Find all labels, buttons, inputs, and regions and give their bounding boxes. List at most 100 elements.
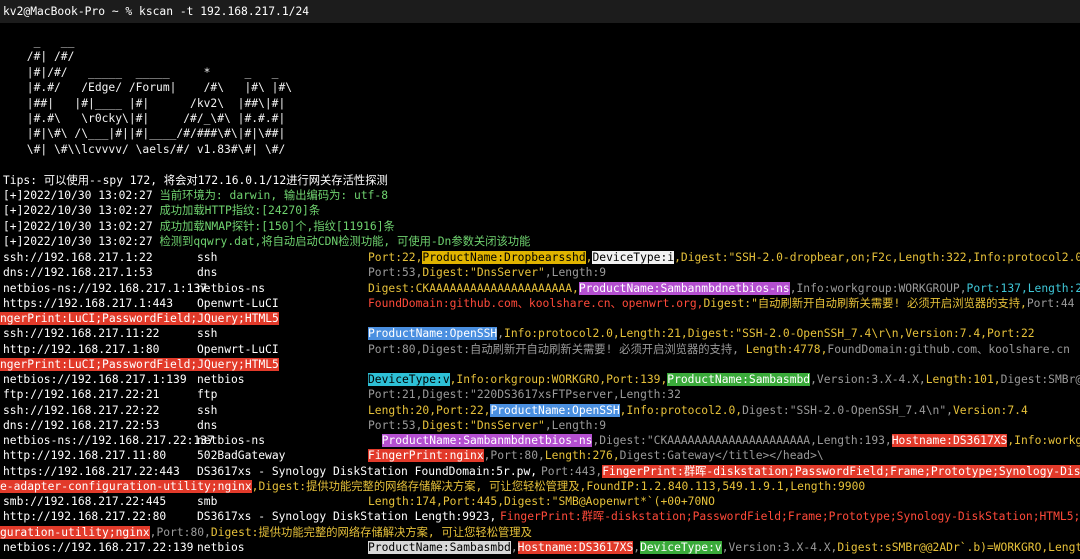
- tips-line: Tips: 可以使用--spy 172, 将会对172.16.0.1/12进行网…: [3, 174, 388, 187]
- result-row: e-adapter-configuration-utility;nginx,Di…: [0, 479, 1080, 494]
- result-url: ftp://192.168.217.22:21: [3, 388, 160, 402]
- result-field: FingerPrint:群晖-diskstation;PasswordField…: [602, 464, 1080, 478]
- result-field: Length:101,: [925, 373, 1001, 386]
- result-service: netbios-ns: [197, 434, 266, 447]
- result-service: ssh: [197, 327, 218, 341]
- result-field: Port:22,: [436, 403, 491, 417]
- result-detail: Port:443,FingerPrint:群晖-diskstation;Pass…: [541, 464, 1080, 479]
- result-field: ProductName:Sambasmbd: [667, 373, 811, 386]
- info-line: [+]2022/10/30 13:02:27 成功加载NMAP探针:[150]个…: [3, 219, 395, 234]
- result-row: http://192.168.217.1:80 Openwrt-LuCI Port:…: [0, 342, 1080, 357]
- command-line[interactable]: kv2@MacBook-Pro ~ % kscan -t 192.168.217…: [3, 4, 309, 19]
- result-field: ProductName:OpenSSH: [368, 327, 498, 341]
- result-field: ,Version:3.X-4.X,: [721, 540, 838, 554]
- result-field: Version:7.4,: [905, 327, 987, 341]
- result-field: ,Port:80,: [483, 449, 545, 463]
- result-row: netbios://192.168.217.22:139 netbios Produ…: [0, 540, 1080, 555]
- result-url: smb://192.168.217.22:445: [3, 495, 167, 508]
- result-detail: ProductName:Sambasmbd,Hostname:DS3617XS,…: [368, 540, 1080, 555]
- result-row: ssh://192.168.217.11:22 ssh ProductName:Op…: [0, 326, 1080, 341]
- result-field: Digest:"SMB@Aopenwrt*`(+00+70NO: [504, 495, 715, 508]
- info-message: 当前环境为: darwin, 输出编码为: utf-8: [159, 189, 389, 202]
- result-field: DeviceType:v: [640, 540, 722, 554]
- result-field: ,Info:workgroup:WORKGROUP,: [789, 281, 967, 295]
- result-url: dns://192.168.217.22:53: [3, 418, 160, 432]
- result-row: netbios-ns://192.168.217.22:137 netbios-n…: [0, 433, 1080, 448]
- result-field: Length:9900: [790, 479, 866, 493]
- result-field: ngerPrint:LuCI;PasswordField;JQuery;HTML…: [0, 312, 279, 325]
- result-detail: ProductName:Sambanmbdnetbios-ns,Digest:"…: [368, 433, 1080, 448]
- info-prefix: [+]2022/10/30 13:02:27: [3, 219, 160, 233]
- result-field: ProductName:Dropbearsshd: [422, 251, 586, 264]
- result-field: Length:276,: [544, 449, 620, 463]
- result-field: ,Version:3.X-4.X,: [810, 373, 926, 386]
- result-service: dns: [197, 266, 218, 280]
- result-field: Length:174,: [368, 495, 443, 508]
- result-row: ssh://192.168.217.22:22 ssh Length:20,Port…: [0, 403, 1080, 418]
- terminal-window[interactable]: kv2@MacBook-Pro ~ % kscan -t 192.168.217…: [0, 0, 1080, 559]
- result-field: ProductName:Sambasmbd: [368, 540, 511, 554]
- result-field: ,Digest:"CKAAAAAAAAAAAAAAAAAAAAA,: [592, 434, 817, 447]
- result-url: https://192.168.217.1:443: [3, 296, 174, 310]
- result-detail: Port:22,ProductName:Dropbearsshd,DeviceT…: [368, 250, 1080, 265]
- result-field: ,: [510, 540, 518, 554]
- result-field: Port:53,: [368, 418, 423, 432]
- result-field: Length:20,: [368, 403, 437, 417]
- result-field: Version:7.4: [952, 403, 1028, 417]
- result-field: ,Digest:"SSH-2.0-dropbear,on;F2c,: [674, 251, 899, 264]
- result-field: Digest:SMBr@@2AnOL\: [1000, 373, 1080, 386]
- result-continuation: guration-utility;nginx,Port:80,Digest:提供…: [0, 525, 532, 540]
- result-detail: ProductName:OpenSSH,Info:protocol2.0,Len…: [368, 326, 1035, 341]
- result-field: e-adapter-configuration-utility;nginx: [0, 479, 252, 493]
- result-field: ProductName:Sambanmbdnetbios-ns: [578, 281, 790, 295]
- result-field: Port:139,: [606, 373, 668, 386]
- result-detail: DeviceType:v,Info:orkgroup:WORKGRO,Port:…: [368, 372, 1080, 387]
- info-prefix: [+]2022/10/30 13:02:27: [3, 204, 160, 218]
- result-row: ngerPrint:LuCI;PasswordField;JQuery;HTML…: [0, 357, 1080, 372]
- result-field: ngerPrint:LuCI;PasswordField;JQuery;HTML…: [0, 357, 279, 371]
- result-url: https://192.168.217.22:443: [3, 464, 180, 478]
- result-service: ssh: [197, 403, 218, 417]
- result-field: Length:119,: [1048, 540, 1080, 554]
- result-field: Port:80,Digest:自动刷新开自动刷新关需要! 必须开启浏览器的支持,: [368, 342, 746, 356]
- result-field: Digest:Gateway</title></head>\: [619, 449, 824, 463]
- result-row: netbios://192.168.217.1:139 netbios Device…: [0, 372, 1080, 387]
- result-url: ssh://192.168.217.1:22: [3, 251, 153, 264]
- result-field: FoundDomain:github.com、koolshare.cn、open…: [368, 296, 704, 310]
- result-row: ftp://192.168.217.22:21 ftp Port:21,Digest…: [0, 387, 1080, 402]
- result-continuation: ngerPrint:LuCI;PasswordField;JQuery;HTML…: [0, 311, 279, 326]
- result-row: https://192.168.217.1:443 Openwrt-LuCI Fou…: [0, 296, 1080, 311]
- result-row: ssh://192.168.217.1:22 ssh Port:22,Product…: [0, 250, 1080, 265]
- result-detail: Length:20,Port:22,ProductName:OpenSSH,In…: [368, 403, 1028, 418]
- result-row: http://192.168.217.11:80 502BadGateway Fin…: [0, 448, 1080, 463]
- result-field: FoundDomain:github.com、koolshare.cn: [827, 342, 1070, 356]
- result-row: http://192.168.217.22:80 DS3617xs - Synol…: [0, 509, 1080, 524]
- result-detail: Port:53,Digest:"DnsServer",Length:9: [368, 418, 606, 433]
- result-field: DeviceType:i: [592, 251, 675, 264]
- result-row: https://192.168.217.22:443 DS3617xs - Syn…: [0, 464, 1080, 479]
- result-detail: Port:21,Digest:"220DS3617xsFTPserver,Len…: [368, 387, 681, 402]
- result-row: dns://192.168.217.1:53 dns Port:53,Digest:…: [0, 265, 1080, 280]
- info-prefix: [+]2022/10/30 13:02:27: [3, 189, 160, 202]
- result-detail: Length:174,Port:445,Digest:"SMB@Aopenwrt…: [368, 494, 715, 509]
- result-field: guration-utility;nginx: [0, 525, 150, 539]
- result-url: netbios://192.168.217.1:139: [3, 373, 187, 386]
- result-detail: Port:80,Digest:自动刷新开自动刷新关需要! 必须开启浏览器的支持,…: [368, 342, 1070, 357]
- result-url: dns://192.168.217.1:53: [3, 266, 153, 280]
- result-field: DeviceType:v: [368, 373, 450, 386]
- result-detail: FingerPrint:群晖-diskstation;PasswordField…: [500, 509, 1080, 524]
- ascii-logo: _ __ /#| /#/ |#|/#/ _____ _____ * _ _ |#…: [26, 35, 293, 156]
- result-field: FingerPrint:群晖-diskstation;PasswordField…: [500, 510, 1080, 524]
- result-field: ,Length:9: [544, 418, 607, 432]
- result-url: ssh://192.168.217.22:22: [3, 403, 160, 417]
- result-service: netbios: [197, 540, 245, 554]
- result-row: netbios-ns://192.168.217.1:137 netbios-ns…: [0, 281, 1080, 296]
- result-field: Port:445,: [442, 495, 505, 508]
- result-service: ftp: [197, 388, 218, 402]
- result-continuation: e-adapter-configuration-utility;nginx,Di…: [0, 479, 865, 494]
- result-field: Info:protocol2.0,Operat: [973, 251, 1080, 264]
- result-url: netbios://192.168.217.22:139: [3, 540, 194, 554]
- result-service: dns: [197, 418, 218, 432]
- info-line: [+]2022/10/30 13:02:27 检测到qqwry.dat,将自动启…: [3, 234, 530, 249]
- result-field: Digest:"DnsServer": [422, 266, 545, 280]
